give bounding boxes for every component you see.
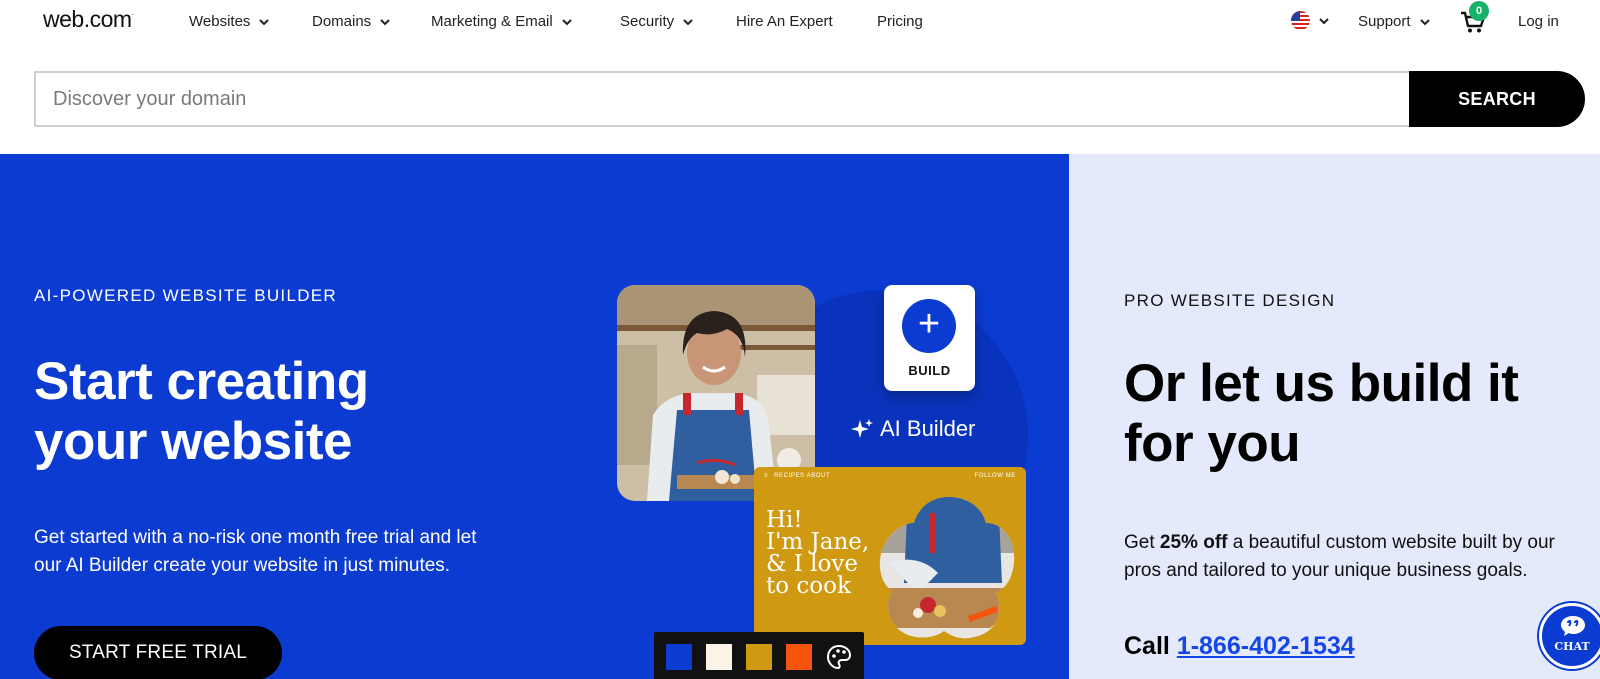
nav-item-label: Support	[1358, 13, 1411, 30]
search-button[interactable]: SEARCH	[1409, 71, 1585, 127]
chevron-down-icon	[1419, 18, 1430, 25]
preview-follow: FOLLOW ME	[974, 473, 1016, 479]
chevron-down-icon[interactable]	[1318, 15, 1330, 27]
hero-title-line: Start creating	[34, 352, 369, 411]
start-free-trial-button[interactable]: START FREE TRIAL	[34, 626, 282, 679]
palette-swatch[interactable]	[666, 644, 692, 670]
palette-icon[interactable]	[826, 644, 852, 670]
ai-builder-text: AI Builder	[880, 416, 976, 441]
nav-item-label: Security	[620, 13, 675, 30]
nav-item-label: Hire An Expert	[736, 13, 833, 30]
nav-item-label: Marketing & Email	[431, 13, 553, 30]
nav-item-websites[interactable]: Websites	[189, 13, 270, 30]
pro-design-title: Or let us build it for you	[1124, 354, 1584, 474]
website-preview-card: ≡ RECIPES ABOUT FOLLOW ME Hi! I'm Jane, …	[754, 467, 1026, 645]
call-label: Call	[1124, 632, 1177, 660]
hero-title: Start creating your website	[34, 352, 554, 472]
pro-title-line: Or let us build it	[1124, 354, 1519, 413]
palette-swatch[interactable]	[786, 644, 812, 670]
nav-item-hire-an-expert[interactable]: Hire An Expert	[736, 13, 833, 30]
chevron-down-icon	[259, 18, 270, 25]
preview-nav: ≡ RECIPES ABOUT FOLLOW ME	[754, 467, 1026, 485]
sparkle-icon	[851, 419, 873, 438]
site-logo[interactable]: web.com·	[43, 6, 134, 33]
discount-text: 25% off	[1159, 532, 1228, 553]
plus-icon: +	[902, 299, 956, 353]
chevron-down-icon	[683, 18, 693, 25]
pro-design-eyebrow: PRO WEBSITE DESIGN	[1124, 291, 1336, 310]
hero-pro-design: PRO WEBSITE DESIGN Or let us build it fo…	[1069, 154, 1600, 679]
hero-description: Get started with a no-risk one month fre…	[34, 527, 477, 576]
nav-item-support[interactable]: Support	[1358, 13, 1431, 30]
us-flag-icon[interactable]	[1291, 11, 1310, 30]
chat-button[interactable]: CHAT	[1539, 603, 1600, 669]
preview-greeting: Hi! I'm Jane, & I love to cook	[766, 509, 869, 599]
nav-item-label: Websites	[189, 13, 251, 30]
pro-title-line: for you	[1124, 414, 1301, 473]
color-palette	[654, 632, 864, 679]
phone-link[interactable]: 1-866-402-1534	[1177, 632, 1355, 660]
nav-item-pricing[interactable]: Pricing	[877, 13, 923, 30]
chevron-down-icon	[380, 18, 390, 25]
palette-swatch[interactable]	[746, 644, 772, 670]
nav-item-security[interactable]: Security	[620, 13, 694, 30]
chat-bubble-icon	[1561, 616, 1585, 636]
top-navigation: web.com· Websites Domains Marketing & Em…	[0, 0, 1600, 44]
build-card[interactable]: + BUILD	[884, 285, 975, 391]
hero-eyebrow: AI-POWERED WEBSITE BUILDER	[34, 286, 338, 305]
cart-count-badge: 0	[1469, 1, 1489, 21]
login-label: Log in	[1518, 13, 1559, 30]
greeting-line: to cook	[766, 573, 851, 599]
build-label: BUILD	[908, 363, 951, 378]
chevron-down-icon	[562, 18, 572, 25]
call-line: Call 1-866-402-1534	[1124, 632, 1355, 661]
palette-swatch[interactable]	[706, 644, 732, 670]
nav-item-marketing-email[interactable]: Marketing & Email	[431, 13, 573, 30]
hero-website-builder: AI-POWERED WEBSITE BUILDER Start creatin…	[0, 154, 1069, 679]
desc-prefix: Get	[1124, 532, 1160, 553]
chat-label: CHAT	[1554, 640, 1590, 653]
nav-item-label: Pricing	[877, 13, 923, 30]
preview-nav-links: RECIPES ABOUT	[774, 473, 831, 479]
menu-icon: ≡	[764, 473, 769, 479]
nav-item-label: Domains	[312, 13, 372, 30]
hero-title-line: your website	[34, 412, 352, 471]
ai-builder-label: AI Builder	[850, 416, 975, 442]
nav-item-domains[interactable]: Domains	[312, 13, 391, 30]
pro-design-description: Get 25% off a beautiful custom website b…	[1124, 529, 1574, 585]
cooking-photo	[879, 497, 1015, 639]
login-link[interactable]: Log in	[1518, 13, 1559, 30]
domain-search-input[interactable]	[34, 71, 1410, 127]
